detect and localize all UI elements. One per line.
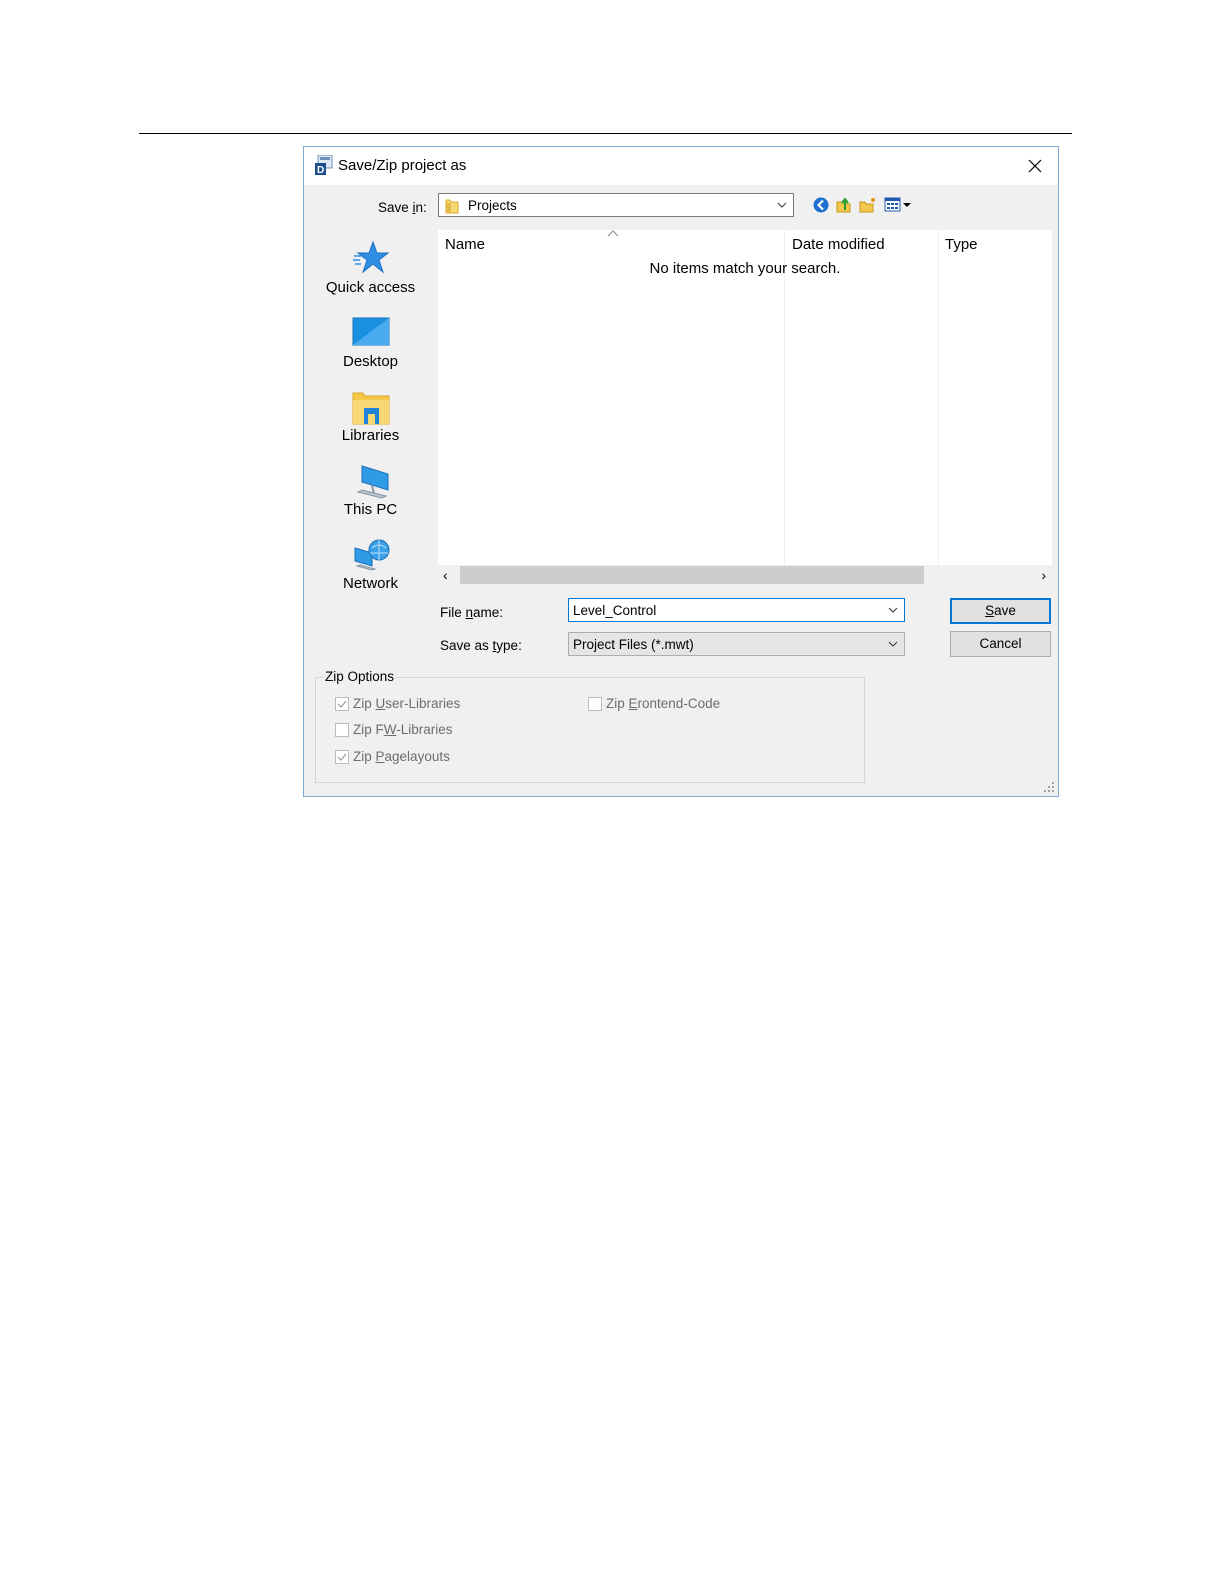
save-button[interactable]: Save	[950, 598, 1051, 624]
chevron-down-icon	[888, 641, 898, 647]
desktop-icon	[352, 317, 390, 346]
empty-message: No items match your search.	[649, 260, 841, 277]
place-label: Network	[342, 575, 398, 592]
save-in-value: Projects	[468, 198, 517, 213]
page-divider-line	[139, 133, 1072, 134]
libraries-icon	[352, 392, 390, 425]
folder-icon	[445, 199, 459, 214]
column-header-type[interactable]: Type	[945, 236, 978, 253]
place-label: Quick access	[325, 279, 416, 296]
place-label: Desktop	[342, 353, 399, 370]
view-menu-icon[interactable]	[884, 197, 914, 213]
column-divider	[784, 230, 785, 566]
title-bar: D Save/Zip project as	[304, 147, 1058, 185]
resize-grip-icon[interactable]	[1043, 781, 1055, 793]
save-as-type-label: Save as type:	[440, 638, 522, 653]
checkmark-icon	[337, 753, 347, 761]
up-one-level-icon[interactable]	[835, 196, 853, 214]
chevron-down-icon	[888, 607, 898, 613]
zip-pagelayouts-label: Zip Pagelayouts	[353, 749, 450, 764]
file-list[interactable]: Name Date modified Type No items match y…	[438, 230, 1052, 566]
column-header-name[interactable]: Name	[445, 236, 485, 253]
column-header-date-modified[interactable]: Date modified	[792, 236, 885, 253]
close-icon	[1028, 159, 1042, 173]
save-as-type-dropdown[interactable]: Project Files (*.mwt)	[568, 632, 905, 656]
computer-icon	[356, 465, 389, 499]
save-in-dropdown[interactable]: Projects	[438, 193, 794, 217]
file-name-value: Level_Control	[573, 603, 657, 618]
app-icon: D	[315, 155, 333, 175]
horizontal-scrollbar[interactable]: ‹ ›	[438, 565, 1052, 585]
places-bar: Quick access Desktop Libraries This PC N…	[313, 230, 428, 654]
checkmark-icon	[337, 700, 347, 708]
back-icon[interactable]	[812, 196, 830, 214]
scrollbar-thumb[interactable]	[460, 566, 924, 584]
scroll-right-icon[interactable]: ›	[1041, 567, 1046, 583]
zip-frontend-code-checkbox[interactable]	[588, 697, 602, 711]
zip-options-title: Zip Options	[323, 669, 397, 684]
zip-pagelayouts-checkbox[interactable]	[335, 750, 349, 764]
zip-fw-libraries-checkbox[interactable]	[335, 723, 349, 737]
zip-user-libraries-label: Zip User-Libraries	[353, 696, 461, 711]
cancel-button[interactable]: Cancel	[950, 631, 1051, 657]
close-button[interactable]	[1012, 147, 1058, 185]
place-label: Libraries	[341, 427, 400, 444]
save-in-label: Save in:	[378, 200, 427, 215]
svg-text:D: D	[317, 165, 324, 175]
network-icon	[354, 539, 390, 571]
save-zip-dialog: D Save/Zip project as Save in: Projects	[303, 146, 1059, 797]
sort-indicator-icon	[607, 230, 619, 237]
scroll-left-icon[interactable]: ‹	[443, 567, 448, 583]
file-name-label: File name:	[440, 605, 504, 620]
file-name-input[interactable]: Level_Control	[568, 598, 905, 622]
column-divider	[938, 230, 939, 566]
zip-user-libraries-checkbox[interactable]	[335, 697, 349, 711]
new-folder-icon[interactable]	[859, 196, 877, 214]
save-as-type-value: Project Files (*.mwt)	[573, 637, 694, 652]
zip-fw-libraries-label: Zip FW-Libraries	[353, 722, 453, 737]
chevron-down-icon	[777, 202, 787, 208]
dialog-title: Save/Zip project as	[338, 157, 467, 174]
place-label: This PC	[343, 501, 398, 518]
zip-frontend-code-label: Zip Erontend-Code	[606, 696, 721, 711]
